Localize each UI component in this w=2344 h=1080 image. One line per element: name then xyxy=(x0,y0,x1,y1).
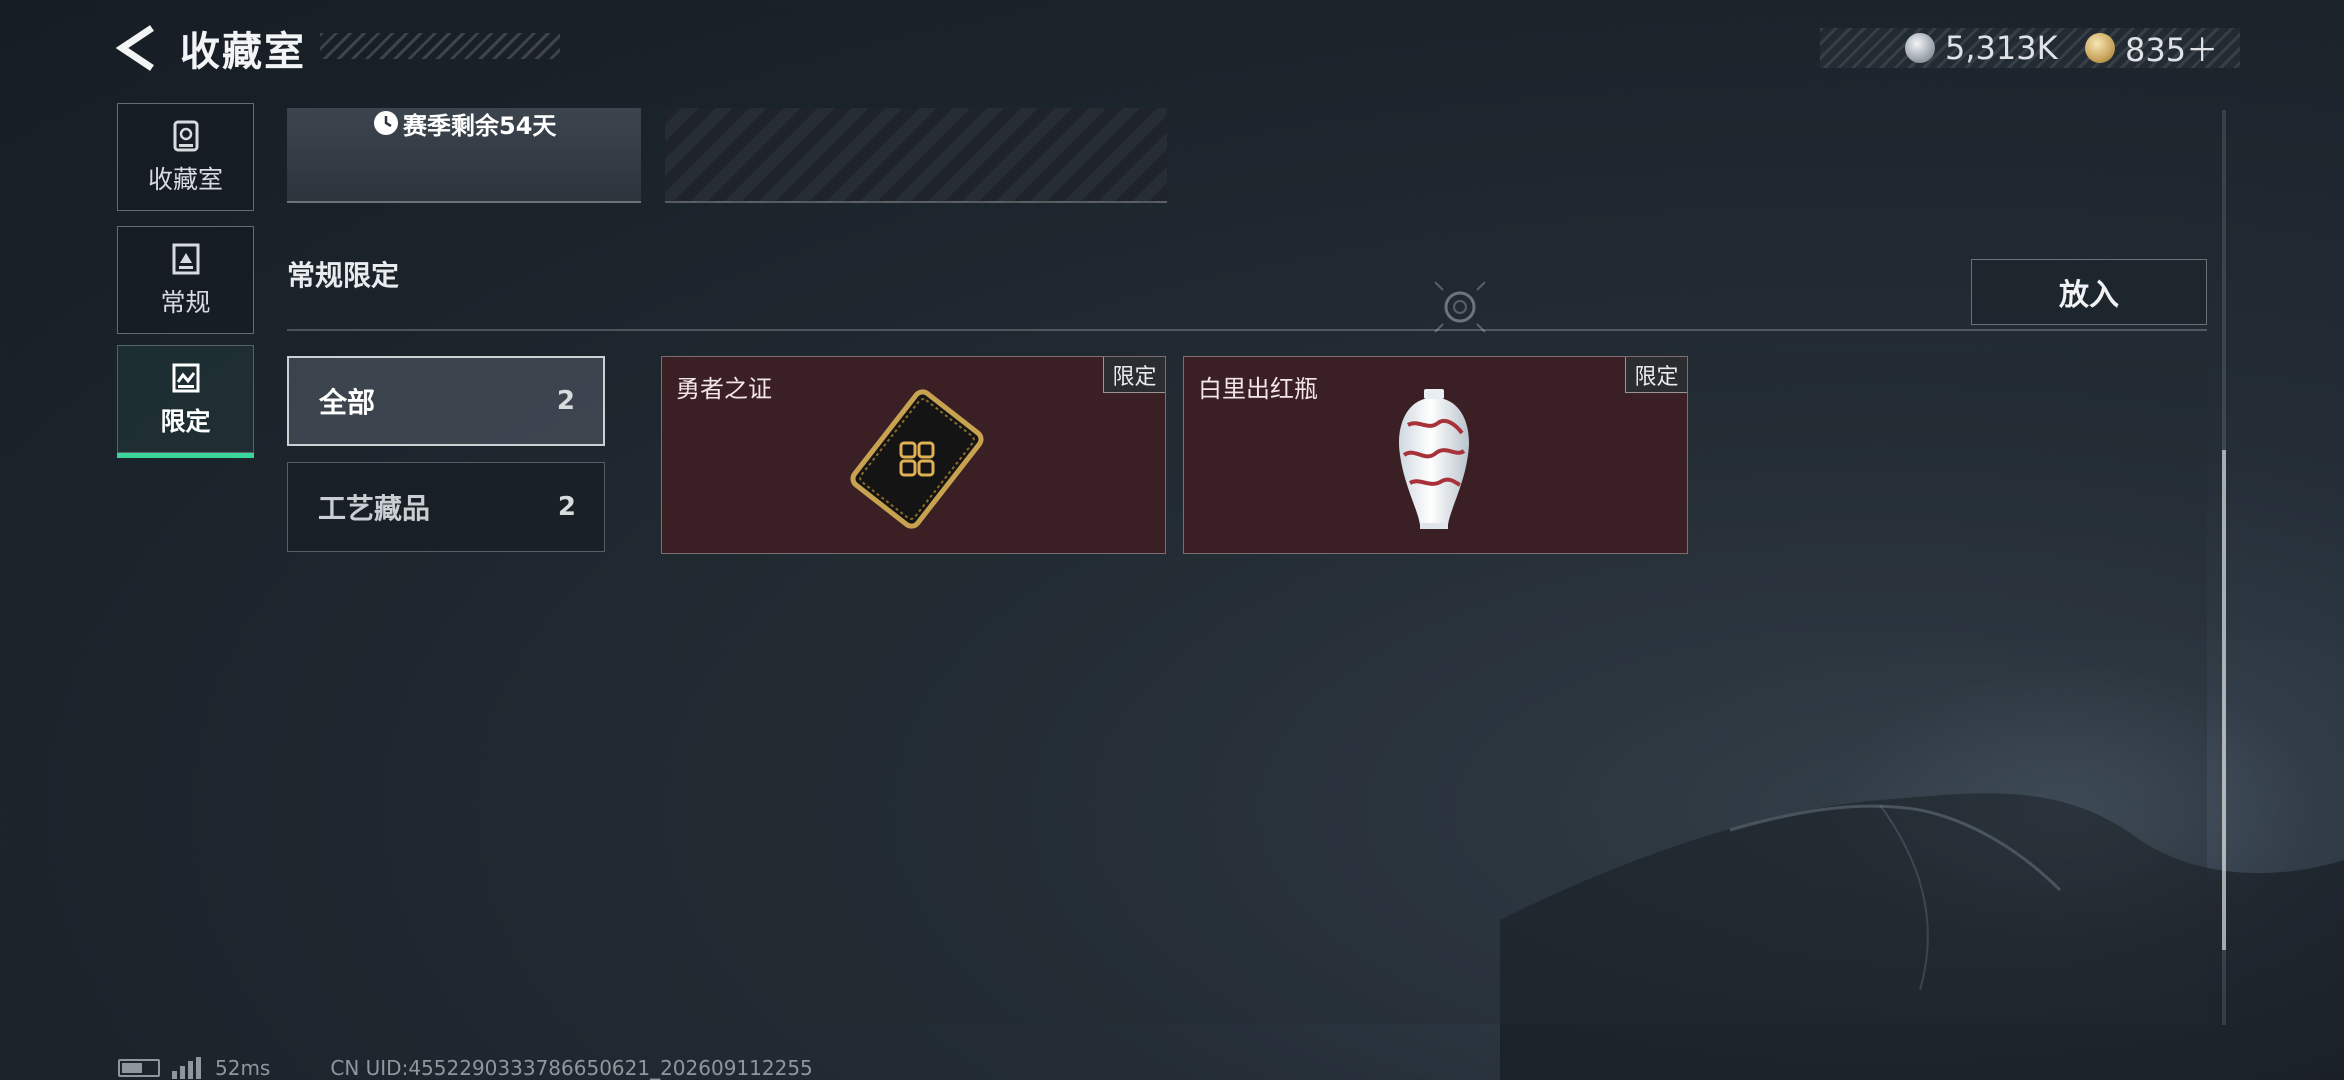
collection-room-icon xyxy=(173,120,198,152)
sidebar-item-regular[interactable]: 常规 xyxy=(117,226,254,334)
regular-icon xyxy=(172,243,199,275)
limited-badge: 限定 xyxy=(1625,357,1687,393)
limited-badge: 限定 xyxy=(1103,357,1165,393)
section-title: 常规限定 xyxy=(287,259,400,292)
item-card-porcelain-vase[interactable]: 白里出红瓶 限定 xyxy=(1183,356,1688,554)
porcelain-vase-icon xyxy=(1399,389,1469,529)
silver-coin-icon xyxy=(1905,33,1935,63)
back-button[interactable] xyxy=(115,24,160,72)
limited-icon xyxy=(172,363,199,393)
filter-count: 2 xyxy=(556,386,575,416)
filter-label: 全部 xyxy=(319,386,376,419)
card-token-icon xyxy=(850,389,984,529)
silver-currency[interactable]: 5,313K xyxy=(1905,28,2058,68)
sidebar-item-label: 常规 xyxy=(160,288,211,317)
title-hatch-decoration xyxy=(320,33,560,59)
season-banner[interactable]: 赛季剩余54天 xyxy=(287,108,641,203)
silver-currency-value: 5,313K xyxy=(1945,29,2058,67)
sidebar-item-label: 收藏室 xyxy=(147,165,223,194)
active-indicator xyxy=(117,453,254,458)
sidebar-item-label: 限定 xyxy=(160,407,211,436)
top-bar: 收藏室 5,313K 835＋ xyxy=(0,0,2344,100)
uid-text: CN UID:4552290333786650621_202609112255 xyxy=(330,1056,813,1080)
section-divider xyxy=(287,329,2207,331)
gold-coin-icon xyxy=(2085,33,2115,63)
signal-icon xyxy=(172,1057,201,1079)
status-footer: 52ms CN UID:4552290333786650621_20260911… xyxy=(118,1055,813,1080)
ping-text: 52ms xyxy=(215,1056,271,1080)
back-arrow-icon xyxy=(115,25,154,71)
page-title: 收藏室 xyxy=(180,29,306,75)
locked-banner[interactable] xyxy=(665,108,1167,203)
item-name: 勇者之证 xyxy=(676,375,772,403)
gold-currency[interactable]: 835＋ xyxy=(2085,28,2219,69)
sidebar-item-limited[interactable]: 限定 xyxy=(117,345,254,458)
filter-all[interactable]: 全部 2 xyxy=(287,356,605,446)
filter-count: 2 xyxy=(557,492,576,522)
gold-currency-value: 835＋ xyxy=(2125,31,2219,69)
item-name: 白里出红瓶 xyxy=(1198,375,1318,403)
filter-craft-collection[interactable]: 工艺藏品 2 xyxy=(287,462,605,552)
battery-icon xyxy=(118,1059,160,1077)
title-group: 收藏室 xyxy=(180,20,560,76)
filter-label: 工艺藏品 xyxy=(318,492,431,525)
scrollbar-thumb[interactable] xyxy=(2222,450,2226,950)
put-in-button[interactable]: 放入 xyxy=(1971,259,2207,325)
season-time-text: 赛季剩余54天 xyxy=(403,111,557,140)
season-timer: 赛季剩余54天 xyxy=(373,108,557,140)
clock-icon xyxy=(374,111,398,135)
item-card-brave-badge[interactable]: 勇者之证 限定 xyxy=(661,356,1166,554)
sidebar-item-collection-room[interactable]: 收藏室 xyxy=(117,103,254,211)
target-icon xyxy=(1434,281,1486,333)
